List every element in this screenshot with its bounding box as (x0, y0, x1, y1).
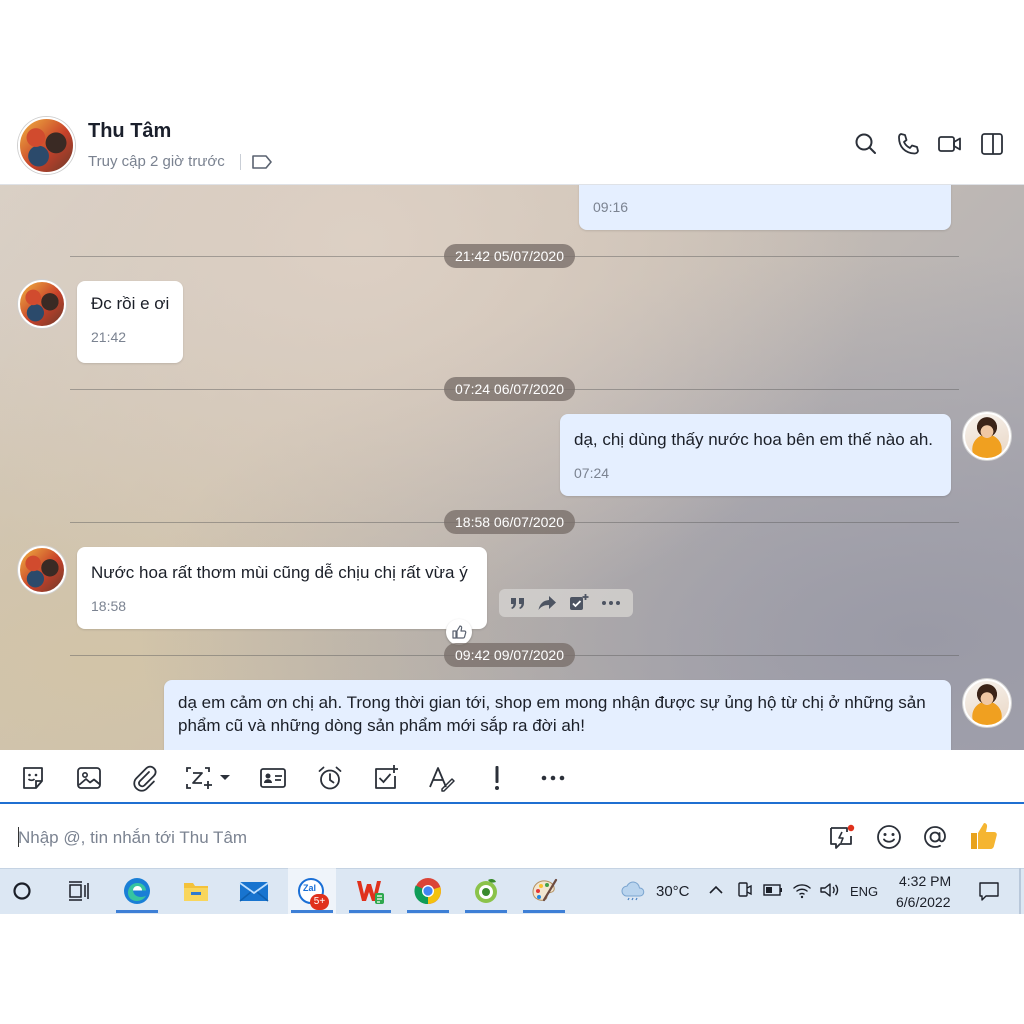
paint-icon (532, 878, 558, 902)
taskbar-app-zalo[interactable]: Zal 5+ (288, 868, 336, 914)
running-indicator (523, 910, 565, 913)
contact-name[interactable]: Thu Tâm (88, 120, 171, 143)
notification-center-icon[interactable] (978, 880, 1000, 902)
message-text: Đc rồi e ơi (91, 294, 170, 313)
show-desktop-button[interactable] (1019, 868, 1021, 914)
message-time: 07:24 (574, 465, 610, 481)
date-divider: 07:24 06/07/2020 (444, 377, 575, 401)
taskbar-app-mail[interactable] (230, 868, 278, 914)
screenshot-icon[interactable] (184, 764, 234, 792)
date-divider: 21:42 05/07/2020 (444, 244, 575, 268)
wps-office-icon (357, 881, 384, 904)
running-indicator (465, 910, 507, 913)
reaction-button[interactable] (446, 619, 472, 645)
message-text-line: dạ em cảm ơn chị ah. Trong thời gian tới… (178, 693, 926, 712)
message-bubble-incoming[interactable]: Nước hoa rất thơm mùi cũng dễ chịu chị r… (77, 547, 487, 629)
file-explorer-icon (184, 883, 208, 901)
attachment-icon[interactable] (131, 764, 159, 792)
sender-avatar[interactable] (18, 546, 66, 594)
thumbs-up-icon (452, 625, 467, 639)
tag-icon[interactable] (251, 154, 273, 170)
date-divider: 09:42 09/07/2020 (444, 643, 575, 667)
thumbs-up-send-icon[interactable] (968, 820, 1000, 852)
message-bubble-incoming[interactable]: Đc rồi e ơi 21:42 (77, 281, 183, 363)
chrome-icon (414, 878, 441, 905)
task-view-icon (69, 881, 89, 901)
zalo-label: Zal (303, 883, 317, 893)
message-bubble-outgoing[interactable]: dạ em cảm ơn chị ah. Trong thời gian tới… (164, 680, 951, 750)
quote-icon[interactable] (508, 594, 528, 612)
mention-icon[interactable] (921, 823, 949, 851)
date-divider: 18:58 06/07/2020 (444, 510, 575, 534)
running-indicator (291, 910, 333, 913)
message-text: Nước hoa rất thơm mùi cũng dễ chịu chị r… (91, 563, 468, 582)
sender-avatar[interactable] (18, 280, 66, 328)
mail-icon (239, 882, 269, 902)
cortana-icon (13, 882, 31, 900)
running-indicator (407, 910, 449, 913)
header-separator (240, 154, 241, 170)
screen: Thu Tâm Truy cập 2 giờ trước 09:16 21:42… (0, 0, 1024, 1024)
running-indicator (116, 910, 158, 913)
battery-icon[interactable] (763, 880, 783, 900)
coc-coc-icon (475, 878, 497, 903)
forward-icon[interactable] (537, 594, 557, 612)
add-task-icon[interactable] (569, 594, 589, 612)
message-text: dạ, chị dùng thấy nước hoa bên em thế nà… (574, 430, 934, 449)
reminder-icon[interactable] (316, 764, 344, 792)
phone-icon[interactable] (895, 131, 921, 157)
edge-icon (124, 878, 150, 904)
taskbar-app-edge[interactable] (113, 868, 161, 914)
sidebar-toggle-icon[interactable] (979, 131, 1005, 157)
wifi-icon[interactable] (792, 880, 812, 900)
urgent-icon[interactable] (483, 764, 511, 792)
video-call-icon[interactable] (937, 131, 963, 157)
taskbar-app-file-explorer[interactable] (172, 868, 220, 914)
chevron-up-icon[interactable] (706, 880, 726, 900)
taskbar-app-wps-office[interactable] (346, 868, 394, 914)
message-input[interactable] (18, 825, 798, 851)
sticker-icon[interactable] (19, 764, 47, 792)
quick-message-icon[interactable] (828, 823, 856, 851)
image-icon[interactable] (75, 764, 103, 792)
start-area[interactable] (0, 868, 48, 914)
message-bubble-outgoing[interactable]: dạ, chị dùng thấy nước hoa bên em thế nà… (560, 414, 951, 496)
clock-date[interactable]: 6/6/2022 (896, 894, 951, 910)
contact-card-icon[interactable] (259, 764, 287, 792)
clock-time[interactable]: 4:32 PM (899, 873, 951, 889)
message-list[interactable]: 09:16 21:42 05/07/2020 Đc rồi e ơi 21:42… (0, 185, 1024, 750)
message-actions-bar (499, 589, 633, 617)
task-view-button[interactable] (55, 868, 103, 914)
weather-cloud-icon[interactable] (620, 879, 646, 901)
message-time: 18:58 (91, 598, 127, 614)
weather-temperature[interactable]: 30°C (656, 883, 690, 900)
input-language[interactable]: ENG (850, 884, 878, 899)
running-indicator (349, 910, 391, 913)
search-icon[interactable] (853, 131, 879, 157)
taskbar-app-coc-coc[interactable] (462, 868, 510, 914)
contact-status: Truy cập 2 giờ trước (88, 153, 225, 170)
text-caret (18, 827, 19, 847)
todo-icon[interactable] (371, 764, 399, 792)
message-time: 09:16 (593, 199, 629, 215)
notification-badge: 5+ (310, 894, 329, 910)
my-avatar[interactable] (963, 412, 1011, 460)
volume-icon[interactable] (819, 880, 839, 900)
my-avatar[interactable] (963, 679, 1011, 727)
emoji-icon[interactable] (875, 823, 903, 851)
more-icon[interactable] (539, 764, 567, 792)
message-text-line: phẩm cũ và những dòng sản phẩm mới sắp r… (178, 716, 585, 735)
message-bubble-outgoing[interactable]: 09:16 (579, 185, 951, 230)
contact-avatar[interactable] (18, 117, 75, 174)
more-icon[interactable] (601, 594, 621, 612)
meet-now-icon[interactable] (735, 880, 755, 900)
taskbar-app-chrome[interactable] (404, 868, 452, 914)
taskbar-app-paint[interactable] (520, 868, 568, 914)
format-text-icon[interactable] (427, 764, 455, 792)
message-time: 21:42 (91, 329, 127, 345)
